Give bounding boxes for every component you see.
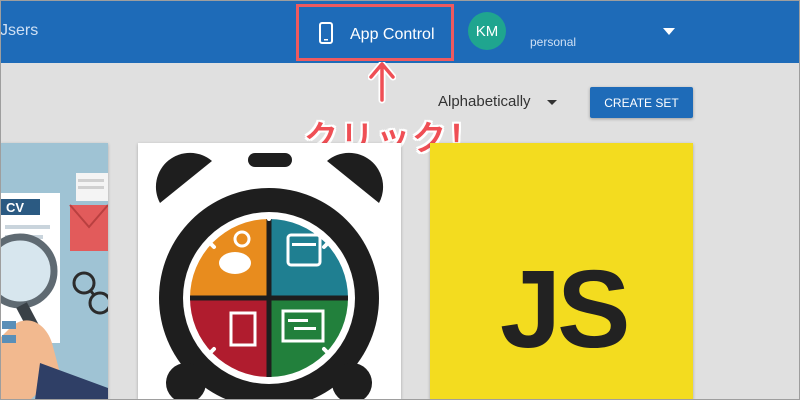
create-set-button[interactable]: CREATE SET [590, 87, 693, 118]
js-card[interactable]: JS [430, 143, 693, 400]
app-control-button[interactable]: App Control [296, 4, 454, 61]
avatar[interactable]: KM [468, 12, 506, 50]
annotation-arrow-icon [368, 62, 396, 104]
cv-card[interactable]: CV [0, 143, 108, 400]
cv-illustration: CV [0, 173, 108, 400]
clock-card[interactable] [138, 143, 401, 400]
app-control-label: App Control [350, 26, 435, 43]
account-subtitle: personal [530, 35, 577, 49]
smartphone-icon [319, 22, 333, 44]
account-menu-caret-icon[interactable] [663, 28, 675, 35]
nav-users-link[interactable]: Jsers [0, 22, 38, 40]
js-logo-text: JS [500, 248, 631, 371]
alarm-clock-illustration [155, 152, 384, 400]
cv-label: CV [6, 200, 24, 215]
sort-caret-icon[interactable] [547, 100, 557, 105]
top-app-bar: Jsers App Control KM personal [0, 0, 800, 63]
sort-dropdown[interactable]: Alphabetically [438, 93, 531, 110]
